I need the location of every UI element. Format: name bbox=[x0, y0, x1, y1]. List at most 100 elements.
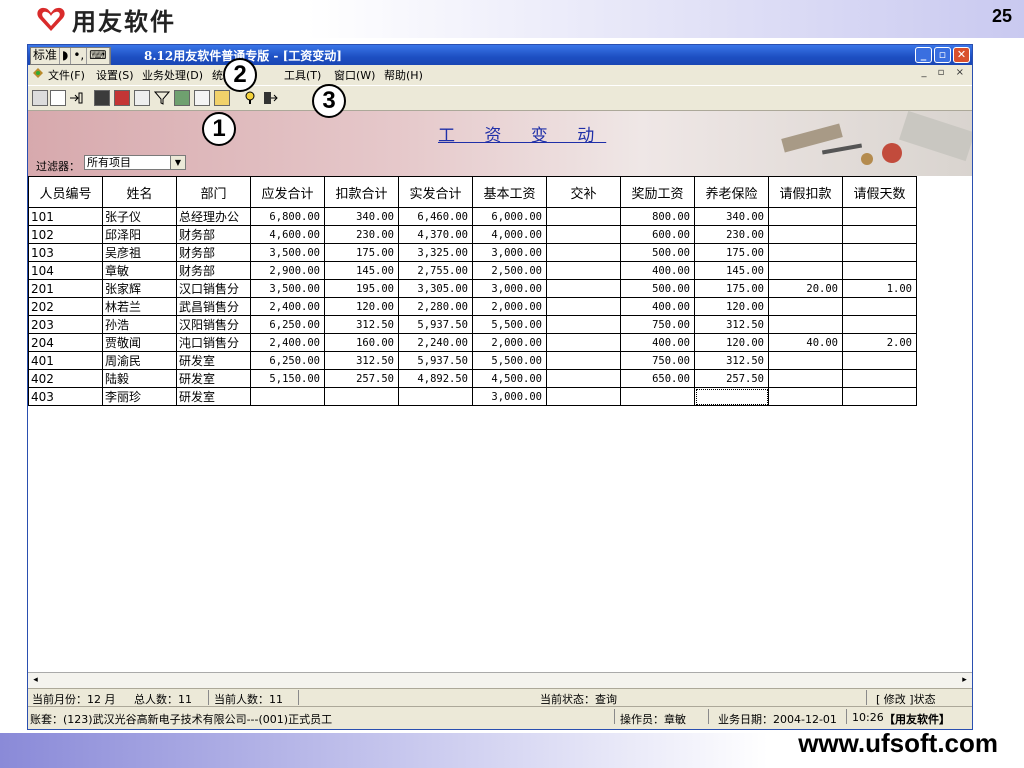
table-cell[interactable] bbox=[546, 369, 621, 388]
table-cell[interactable]: 总经理办公 bbox=[176, 207, 251, 226]
table-cell[interactable]: 40.00 bbox=[768, 333, 843, 352]
exit-icon[interactable] bbox=[262, 90, 278, 106]
ime-punct[interactable]: •, bbox=[71, 48, 88, 64]
table-cell[interactable]: 145.00 bbox=[694, 261, 769, 280]
table-cell[interactable] bbox=[546, 333, 621, 352]
filter-icon[interactable] bbox=[153, 90, 171, 106]
table-cell[interactable] bbox=[546, 261, 621, 280]
table-cell[interactable] bbox=[768, 297, 843, 316]
table-cell[interactable]: 章敏 bbox=[102, 261, 177, 280]
table-cell[interactable]: 400.00 bbox=[620, 261, 695, 280]
table-cell[interactable]: 2,500.00 bbox=[472, 261, 547, 280]
table-cell[interactable]: 2,240.00 bbox=[398, 333, 473, 352]
table-cell[interactable]: 贾敬闻 bbox=[102, 333, 177, 352]
table-cell[interactable]: 403 bbox=[28, 387, 103, 406]
export-icon[interactable] bbox=[68, 90, 84, 106]
ime-mode[interactable]: 标准 bbox=[31, 48, 61, 64]
table-row[interactable]: 402 陆毅 研发室 5,150.00 257.50 4,892.50 4,500.00 65… bbox=[28, 369, 917, 388]
table-cell[interactable]: 145.00 bbox=[324, 261, 399, 280]
display-icon[interactable] bbox=[214, 90, 230, 106]
column-header[interactable]: 应发合计 bbox=[250, 176, 325, 208]
replace-icon[interactable] bbox=[194, 90, 210, 106]
table-cell[interactable]: 103 bbox=[28, 243, 103, 262]
table-cell[interactable] bbox=[842, 351, 917, 370]
table-cell[interactable]: 2,900.00 bbox=[250, 261, 325, 280]
chevron-down-icon[interactable]: ▼ bbox=[170, 156, 185, 169]
edit-icon[interactable] bbox=[134, 90, 150, 106]
table-cell[interactable]: 600.00 bbox=[620, 225, 695, 244]
table-cell[interactable]: 1.00 bbox=[842, 279, 917, 298]
table-cell[interactable]: 张家辉 bbox=[102, 279, 177, 298]
table-cell[interactable]: 5,500.00 bbox=[472, 351, 547, 370]
table-cell[interactable]: 257.50 bbox=[694, 369, 769, 388]
table-cell[interactable] bbox=[768, 387, 843, 406]
table-cell[interactable] bbox=[546, 279, 621, 298]
locate-icon[interactable] bbox=[174, 90, 190, 106]
table-row[interactable]: 204 贾敬闻 沌口销售分 2,400.00 160.00 2,240.00 2,000.0… bbox=[28, 333, 917, 352]
table-cell[interactable]: 研发室 bbox=[176, 387, 251, 406]
table-cell[interactable] bbox=[546, 297, 621, 316]
table-cell[interactable]: 吴彦祖 bbox=[102, 243, 177, 262]
table-cell[interactable]: 104 bbox=[28, 261, 103, 280]
table-cell[interactable]: 230.00 bbox=[694, 225, 769, 244]
table-cell[interactable]: 4,892.50 bbox=[398, 369, 473, 388]
ime-keyboard[interactable]: ⌨ bbox=[87, 48, 110, 64]
table-cell[interactable] bbox=[546, 207, 621, 226]
ime-toolbar[interactable]: 标准 ◗ •, ⌨ bbox=[30, 47, 111, 65]
table-cell[interactable]: 5,937.50 bbox=[398, 351, 473, 370]
table-cell[interactable]: 312.50 bbox=[694, 351, 769, 370]
table-cell[interactable]: 4,600.00 bbox=[250, 225, 325, 244]
table-cell[interactable]: 6,250.00 bbox=[250, 315, 325, 334]
table-cell[interactable]: 5,500.00 bbox=[472, 315, 547, 334]
menu-stats[interactable]: 统 bbox=[212, 67, 223, 83]
menu-file[interactable]: 文件(F) bbox=[48, 67, 85, 83]
column-header[interactable]: 请假天数 bbox=[842, 176, 917, 208]
table-cell[interactable]: 3,500.00 bbox=[250, 243, 325, 262]
table-cell[interactable]: 120.00 bbox=[694, 297, 769, 316]
table-cell[interactable] bbox=[546, 315, 621, 334]
table-cell[interactable]: 财务部 bbox=[176, 225, 251, 244]
table-cell[interactable]: 203 bbox=[28, 315, 103, 334]
table-cell[interactable] bbox=[768, 243, 843, 262]
table-cell[interactable] bbox=[546, 387, 621, 406]
table-cell[interactable]: 4,370.00 bbox=[398, 225, 473, 244]
table-cell[interactable] bbox=[768, 261, 843, 280]
table-cell[interactable] bbox=[768, 207, 843, 226]
table-cell[interactable] bbox=[546, 243, 621, 262]
table-cell[interactable] bbox=[842, 243, 917, 262]
table-cell[interactable]: 3,000.00 bbox=[472, 279, 547, 298]
table-cell[interactable]: 312.50 bbox=[324, 315, 399, 334]
print-icon[interactable] bbox=[32, 90, 48, 106]
horizontal-scrollbar[interactable]: ◂ ▸ bbox=[28, 672, 972, 688]
table-cell[interactable] bbox=[842, 315, 917, 334]
table-cell[interactable]: 750.00 bbox=[620, 315, 695, 334]
table-cell[interactable]: 340.00 bbox=[324, 207, 399, 226]
table-cell[interactable]: 武昌销售分 bbox=[176, 297, 251, 316]
filter-dropdown[interactable]: 所有项目 ▼ bbox=[84, 155, 186, 170]
table-cell[interactable]: 陆毅 bbox=[102, 369, 177, 388]
table-cell[interactable]: 3,000.00 bbox=[472, 243, 547, 262]
menu-tools[interactable]: 工具(T) bbox=[284, 67, 321, 83]
column-header[interactable]: 交补 bbox=[546, 176, 621, 208]
column-header[interactable]: 基本工资 bbox=[472, 176, 547, 208]
table-cell[interactable]: 6,000.00 bbox=[472, 207, 547, 226]
table-cell[interactable]: 800.00 bbox=[620, 207, 695, 226]
table-cell[interactable]: 3,000.00 bbox=[472, 387, 547, 406]
column-header[interactable]: 养老保险 bbox=[694, 176, 769, 208]
table-cell[interactable]: 401 bbox=[28, 351, 103, 370]
calculator-icon[interactable] bbox=[94, 90, 110, 106]
print-preview-icon[interactable] bbox=[50, 90, 66, 106]
table-cell[interactable]: 6,250.00 bbox=[250, 351, 325, 370]
table-cell[interactable]: 204 bbox=[28, 333, 103, 352]
table-cell[interactable]: 汉阳销售分 bbox=[176, 315, 251, 334]
table-cell[interactable]: 101 bbox=[28, 207, 103, 226]
table-cell[interactable] bbox=[546, 225, 621, 244]
table-cell[interactable]: 175.00 bbox=[324, 243, 399, 262]
menu-window[interactable]: 窗口(W) bbox=[334, 67, 375, 83]
table-row[interactable]: 202 林若兰 武昌销售分 2,400.00 120.00 2,280.00 2,000.0… bbox=[28, 297, 917, 316]
table-cell[interactable]: 2.00 bbox=[842, 333, 917, 352]
table-cell[interactable] bbox=[620, 387, 695, 406]
table-row[interactable]: 101 张子仪 总经理办公 6,800.00 340.00 6,460.00 6,000.0… bbox=[28, 207, 917, 226]
close-button[interactable]: ✕ bbox=[953, 47, 970, 63]
table-cell[interactable]: 3,305.00 bbox=[398, 279, 473, 298]
